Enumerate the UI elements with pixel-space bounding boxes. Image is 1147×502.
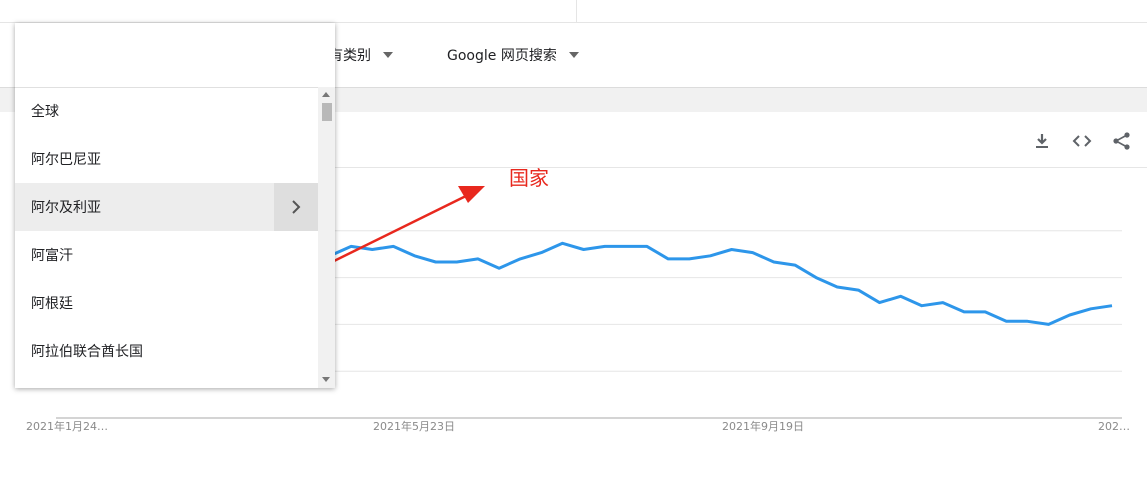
region-option-label: 阿尔巴尼亚: [31, 152, 101, 168]
region-search-input[interactable]: [15, 23, 335, 88]
region-option-label: 阿富汗: [31, 248, 73, 264]
region-option-label: 阿尔及利亚: [31, 200, 101, 216]
region-option[interactable]: 阿拉伯联合酋长国: [15, 327, 318, 375]
chevron-right-icon[interactable]: [274, 183, 318, 231]
region-option[interactable]: 阿尔巴尼亚: [15, 135, 318, 183]
region-option-label: 阿根廷: [31, 296, 73, 312]
region-option[interactable]: 阿根廷: [15, 279, 318, 327]
scroll-down-icon[interactable]: [322, 377, 330, 382]
dropdown-scrollbar[interactable]: [318, 87, 335, 388]
scroll-up-icon[interactable]: [322, 92, 330, 97]
region-list: 全球阿尔巴尼亚阿尔及利亚阿富汗阿根廷阿拉伯联合酋长国: [15, 87, 318, 388]
scroll-thumb[interactable]: [322, 103, 332, 121]
region-option[interactable]: 全球: [15, 87, 318, 135]
region-option[interactable]: 阿富汗: [15, 231, 318, 279]
region-option-label: 阿拉伯联合酋长国: [31, 344, 143, 360]
region-option[interactable]: 阿尔及利亚: [15, 183, 318, 231]
region-option-label: 全球: [31, 104, 59, 120]
region-dropdown: 全球阿尔巴尼亚阿尔及利亚阿富汗阿根廷阿拉伯联合酋长国: [15, 23, 335, 388]
